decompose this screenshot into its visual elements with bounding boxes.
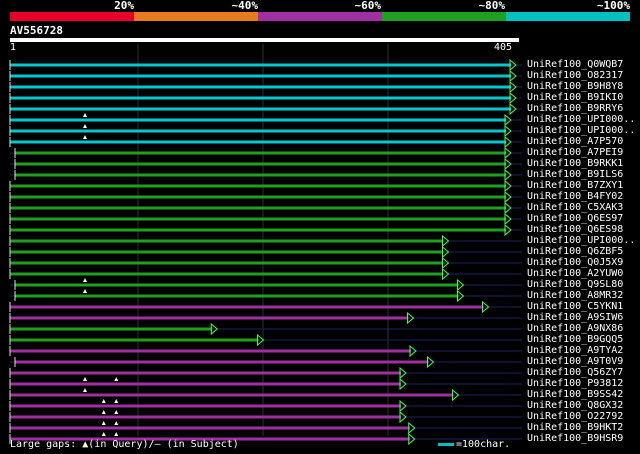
hit-bar (10, 107, 511, 111)
hit-label[interactable]: UniRef100_UPI000.. (527, 114, 635, 125)
query-gap-marker (83, 377, 87, 381)
hit-label[interactable]: UniRef100_B9RKK1 (527, 158, 623, 169)
hit-bar (10, 393, 454, 397)
hit-bar (10, 426, 410, 430)
query-gap-marker (114, 421, 119, 425)
hit-bar (10, 96, 511, 100)
query-gap-marker (114, 432, 119, 436)
query-gap-marker (101, 421, 106, 425)
query-gap-marker (101, 410, 106, 414)
hit-label[interactable]: UniRef100_B9GQQ5 (527, 334, 623, 345)
hit-label[interactable]: UniRef100_Q6ES97 (527, 213, 623, 224)
hit-bar (10, 349, 411, 353)
hit-bar (10, 195, 506, 199)
hit-bar (10, 118, 506, 122)
hit-bar (10, 404, 401, 408)
hit-label[interactable]: UniRef100_Q9SL80 (527, 279, 623, 290)
hit-bar (10, 382, 401, 386)
hit-bar (10, 305, 484, 309)
hit-label[interactable]: UniRef100_B9H8Y8 (527, 81, 623, 92)
hit-bar (10, 415, 401, 419)
hit-label[interactable]: UniRef100_UPI000.. (527, 235, 635, 246)
hit-label[interactable]: UniRef100_A7P570 (527, 136, 623, 147)
query-gap-marker (114, 399, 119, 403)
hit-bar (15, 294, 459, 298)
query-gap-marker (83, 135, 87, 139)
hit-label[interactable]: UniRef100_B4FY02 (527, 191, 623, 202)
hit-label[interactable]: UniRef100_C5XAK3 (527, 202, 623, 213)
hit-label[interactable]: UniRef100_B9SS42 (527, 389, 623, 400)
hit-label[interactable]: UniRef100_Q0J5X9 (527, 257, 623, 268)
hit-bar (10, 371, 401, 375)
hit-label[interactable]: UniRef100_A8MR32 (527, 290, 623, 301)
hit-bar (10, 327, 213, 331)
hit-label[interactable]: UniRef100_B9HSR9 (527, 433, 623, 444)
query-gap-marker (101, 399, 106, 403)
hit-label[interactable]: UniRef100_B7ZXY1 (527, 180, 623, 191)
query-gap-marker (114, 410, 119, 414)
query-gap-marker (83, 113, 87, 117)
hit-bar (10, 129, 506, 133)
hit-label[interactable]: UniRef100_B9IKI0 (527, 92, 623, 103)
hit-bar (15, 151, 506, 155)
hit-bar (10, 63, 511, 67)
hit-bar (15, 162, 506, 166)
gaps-text: Large gaps: (10, 439, 83, 450)
scale-swatch-icon (438, 442, 454, 446)
hit-label[interactable]: UniRef100_P93812 (527, 378, 623, 389)
hit-label[interactable]: UniRef100_A2YUW0 (527, 268, 623, 279)
hit-label[interactable]: UniRef100_Q0WQB7 (527, 59, 623, 70)
hit-bar (10, 184, 506, 188)
hit-label[interactable]: UniRef100_C5YKN1 (527, 301, 623, 312)
query-gap-marker (114, 377, 119, 381)
scale-legend: =100char. (438, 439, 510, 451)
hit-label[interactable]: UniRef100_O22792 (527, 411, 623, 422)
hit-label[interactable]: UniRef100_B9RRY6 (527, 103, 623, 114)
hit-bar (10, 250, 444, 254)
hit-label[interactable]: UniRef100_UPI000.. (527, 125, 635, 136)
hit-bar (10, 228, 506, 232)
hit-label[interactable]: UniRef100_Q6ZBF5 (527, 246, 623, 257)
query-gap-marker (83, 289, 87, 293)
hit-bar (10, 217, 506, 221)
hit-bar (10, 272, 444, 276)
hit-label[interactable]: UniRef100_O82317 (527, 70, 623, 81)
hit-bar (10, 239, 444, 243)
hit-label[interactable]: UniRef100_B9ILS6 (527, 169, 623, 180)
hit-bar (10, 85, 511, 89)
hit-bar (10, 206, 506, 210)
gaps-legend: Large gaps: ▲(in Query)/– (in Subject) (10, 439, 239, 451)
hit-bar (10, 338, 259, 342)
query-gap-text: (in Query)/ (88, 439, 155, 450)
scale-text: =100char. (456, 439, 511, 450)
query-gap-marker (83, 278, 87, 282)
query-gap-marker (101, 432, 106, 436)
hit-label[interactable]: UniRef100_Q56ZY7 (527, 367, 623, 378)
hit-bar (10, 261, 444, 265)
hit-label[interactable]: UniRef100_A9SIW6 (527, 312, 623, 323)
hit-bar (10, 316, 409, 320)
hit-label[interactable]: UniRef100_A7PEI9 (527, 147, 623, 158)
hit-label[interactable]: UniRef100_A9NX86 (527, 323, 623, 334)
hit-bar (15, 360, 429, 364)
hit-label[interactable]: UniRef100_A9T0V9 (527, 356, 623, 367)
query-gap-marker (83, 124, 87, 128)
hit-label[interactable]: UniRef100_A9TYA2 (527, 345, 623, 356)
query-gap-marker (83, 388, 87, 392)
subject-gap-text: (in Subject) (160, 439, 239, 450)
hit-label[interactable]: UniRef100_B9HKT2 (527, 422, 623, 433)
hit-bar (15, 283, 459, 287)
hit-bar (10, 140, 506, 144)
hit-label[interactable]: UniRef100_Q8GX32 (527, 400, 623, 411)
hit-bar (10, 74, 511, 78)
hit-bar (15, 173, 506, 177)
hit-label[interactable]: UniRef100_Q6ES98 (527, 224, 623, 235)
